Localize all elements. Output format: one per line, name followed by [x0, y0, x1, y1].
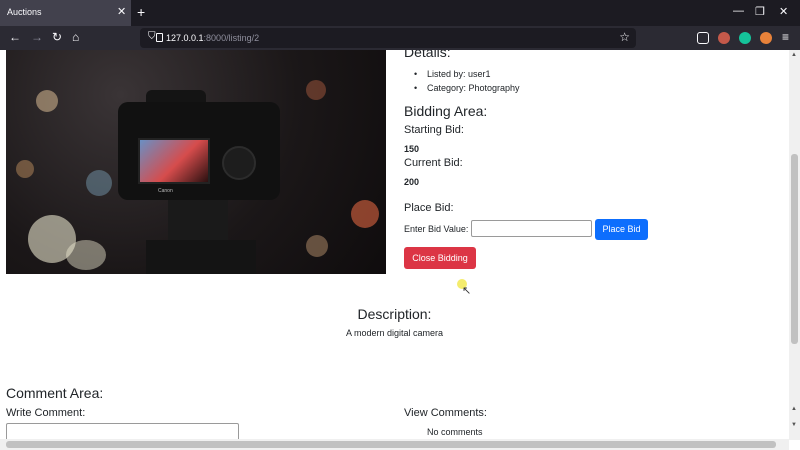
bidding-heading: Bidding Area:	[404, 103, 488, 119]
no-comments-text: No comments	[427, 427, 483, 437]
vertical-scroll-thumb[interactable]	[791, 154, 798, 344]
place-bid-label: Place Bid:	[404, 202, 454, 214]
pocket-icon[interactable]	[697, 32, 709, 44]
view-comments-label: View Comments:	[404, 407, 487, 419]
page-viewport: Canon Details: Listed by: user1 Category…	[0, 50, 800, 450]
comment-area-heading: Comment Area:	[6, 385, 104, 401]
camera-brand: Canon	[158, 188, 173, 194]
back-icon[interactable]: ←	[9, 30, 21, 44]
reload-icon[interactable]: ↻	[52, 30, 62, 44]
scroll-up-icon[interactable]: ▲	[791, 52, 797, 58]
listing-image: Canon	[6, 50, 386, 274]
maximize-button[interactable]: ❐	[755, 5, 765, 18]
bookmark-star-icon[interactable]: ☆	[619, 30, 630, 44]
new-tab-button[interactable]: +	[137, 4, 145, 20]
write-comment-label: Write Comment:	[6, 407, 86, 419]
detail-listed-by: Listed by: user1	[414, 67, 520, 81]
scroll-down-icon[interactable]: ▼	[791, 422, 797, 428]
url-text[interactable]: 127.0.0.1:8000/listing/2	[166, 33, 259, 43]
details-heading: Details:	[404, 50, 451, 60]
listing-page: Canon Details: Listed by: user1 Category…	[0, 50, 789, 450]
close-window-button[interactable]: ✕	[779, 5, 788, 18]
forward-icon[interactable]: →	[31, 30, 43, 44]
home-icon[interactable]: ⌂	[72, 30, 79, 44]
tab-title: Auctions	[7, 7, 42, 17]
horizontal-scrollbar[interactable]	[0, 439, 789, 450]
shield-icon[interactable]: ⛉	[148, 31, 156, 42]
starting-bid-value: 150	[404, 144, 420, 154]
current-bid-value: 200	[404, 177, 420, 187]
vertical-scrollbar[interactable]: ▲ ▲ ▼	[789, 50, 800, 440]
enter-bid-label: Enter Bid Value:	[404, 224, 469, 234]
place-bid-button[interactable]: Place Bid	[595, 219, 648, 240]
details-list: Listed by: user1 Category: Photography	[414, 67, 520, 95]
current-bid-label: Current Bid:	[404, 157, 463, 169]
detail-category: Category: Photography	[414, 81, 520, 95]
navigation-toolbar: ← → ↻ ⌂ ⛉ 127.0.0.1:8000/listing/2 ☆ ≡	[0, 26, 800, 50]
scroll-up-lower-icon[interactable]: ▲	[791, 406, 797, 412]
bid-value-input[interactable]	[471, 220, 592, 237]
tab-auctions[interactable]: Auctions ✕	[0, 0, 131, 26]
extension-icon[interactable]	[718, 32, 730, 44]
starting-bid-label: Starting Bid:	[404, 124, 464, 136]
menu-icon[interactable]: ≡	[782, 30, 789, 44]
mouse-cursor-icon: ↖	[462, 285, 472, 297]
grammarly-icon[interactable]	[739, 32, 751, 44]
close-bidding-button[interactable]: Close Bidding	[404, 247, 476, 269]
description-text: A modern digital camera	[345, 328, 444, 338]
horizontal-scroll-thumb[interactable]	[6, 441, 776, 448]
tab-close-icon[interactable]: ✕	[117, 5, 126, 18]
tab-strip: Auctions ✕ + — ❐ ✕	[0, 0, 800, 26]
description-heading: Description:	[357, 306, 432, 322]
url-bar[interactable]: ⛉ 127.0.0.1:8000/listing/2 ☆	[140, 28, 636, 48]
account-icon[interactable]	[760, 32, 772, 44]
page-icon	[156, 33, 163, 42]
minimize-button[interactable]: —	[733, 5, 744, 17]
